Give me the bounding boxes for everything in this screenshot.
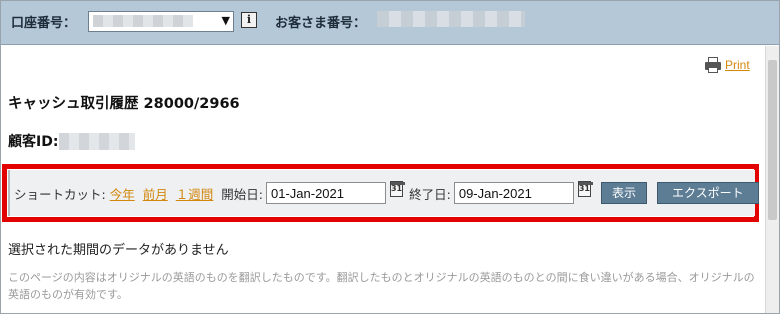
start-date-input[interactable] (265, 182, 386, 204)
export-button[interactable]: エクスポート (657, 182, 759, 204)
shortcut-this-year[interactable]: 今年 (110, 184, 135, 203)
printer-icon[interactable] (704, 57, 722, 73)
scrollbar-thumb[interactable] (768, 60, 777, 220)
info-icon[interactable]: i (241, 12, 257, 28)
customer-id-row: 顧客ID: (8, 131, 136, 151)
shortcut-one-week[interactable]: １週間 (176, 184, 214, 203)
start-calendar-icon[interactable]: 31 (389, 181, 406, 197)
end-date-input[interactable] (453, 182, 574, 204)
page-title: キャッシュ取引履歴 28000/2966 (8, 96, 240, 112)
account-number-select[interactable]: ▼ (88, 11, 234, 32)
no-data-message: 選択された期間のデータがありません (8, 243, 229, 258)
end-calendar-icon[interactable]: 31 (577, 181, 594, 197)
app-frame: 口座番号： ▼ i お客さま番号： Print キャッシュ取引履歴 28000/… (0, 0, 780, 314)
customer-number-masked (377, 11, 525, 27)
customer-number-label: お客さま番号： (275, 16, 367, 31)
end-date-label: 終了日: (409, 186, 451, 202)
chevron-down-icon: ▼ (221, 14, 230, 27)
print-control[interactable]: Print (704, 56, 750, 74)
date-filter-bar: ショートカット: 今年 前月 １週間 開始日: 31 終了日: 31 表示 エク… (8, 170, 759, 216)
shortcut-last-month[interactable]: 前月 (143, 184, 168, 203)
account-header-bar: 口座番号： ▼ i お客さま番号： (1, 1, 779, 45)
customer-id-label: 顧客ID: (8, 134, 59, 150)
vertical-scrollbar[interactable] (765, 46, 779, 313)
customer-id-masked (59, 132, 136, 150)
translation-disclaimer: このページの内容はオリジナルの英語のものを翻訳したものです。翻訳したものとオリジ… (8, 271, 755, 301)
account-number-label: 口座番号： (11, 16, 77, 31)
start-date-label: 開始日: (221, 186, 263, 202)
shortcut-label: ショートカット: (14, 186, 106, 202)
account-number-value (93, 15, 193, 27)
print-link[interactable]: Print (725, 58, 750, 72)
show-button[interactable]: 表示 (600, 182, 647, 204)
